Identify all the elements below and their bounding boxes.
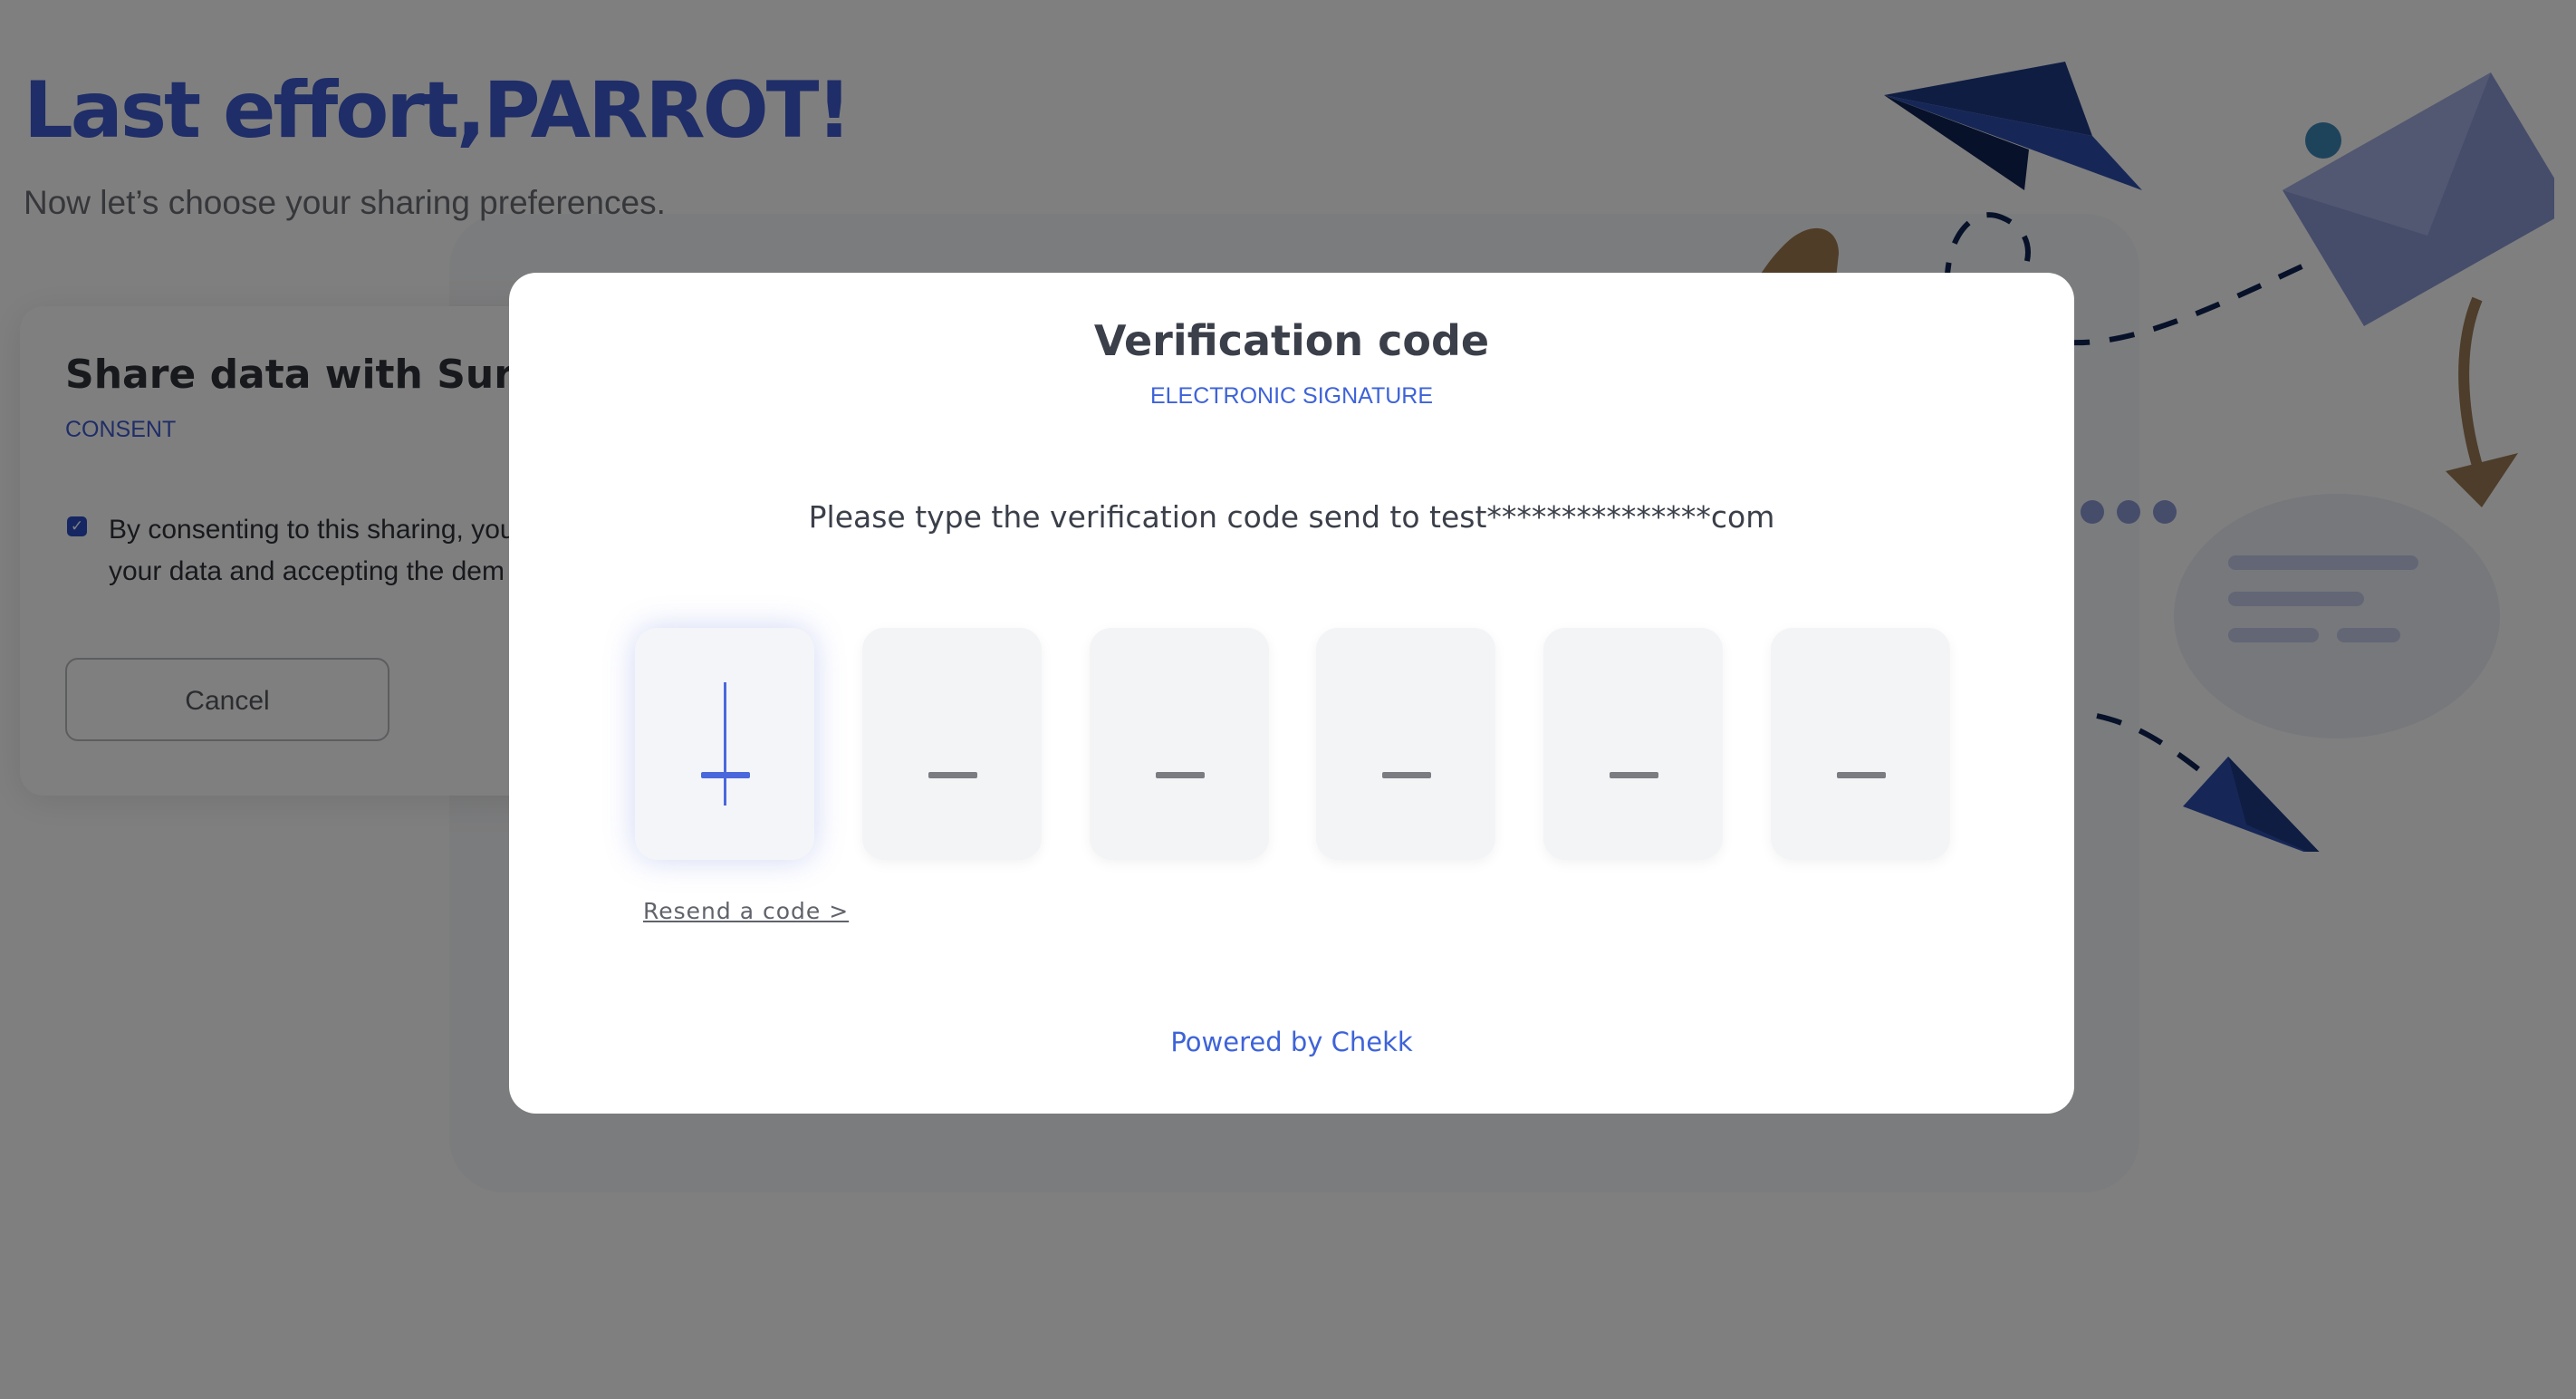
dialog-instruction: Please type the verification code send t… [808, 499, 1775, 535]
code-digit-5[interactable] [1543, 628, 1723, 860]
digit-placeholder-dash [1156, 772, 1205, 778]
code-digit-1[interactable] [635, 628, 814, 860]
digit-placeholder-dash [1610, 772, 1658, 778]
dialog-tag: ELECTRONIC SIGNATURE [1149, 383, 1434, 409]
code-digit-4[interactable] [1316, 628, 1495, 860]
page: Last effort,PARROT! Now let’s choose you… [0, 0, 2576, 1399]
digit-placeholder-dash [1837, 772, 1886, 778]
dialog-title: Verification code [1093, 316, 1490, 365]
digit-placeholder-dash [701, 772, 750, 778]
code-digit-6[interactable] [1771, 628, 1950, 860]
resend-code-link[interactable]: Resend a code > [643, 898, 849, 924]
text-caret [724, 682, 726, 806]
code-digit-3[interactable] [1090, 628, 1269, 860]
digit-placeholder-dash [928, 772, 977, 778]
digit-placeholder-dash [1382, 772, 1431, 778]
verification-dialog: Verification code ELECTRONIC SIGNATURE P… [509, 273, 2074, 1114]
powered-by-link[interactable]: Powered by Chekk [509, 1027, 2074, 1057]
code-digit-2[interactable] [862, 628, 1042, 860]
